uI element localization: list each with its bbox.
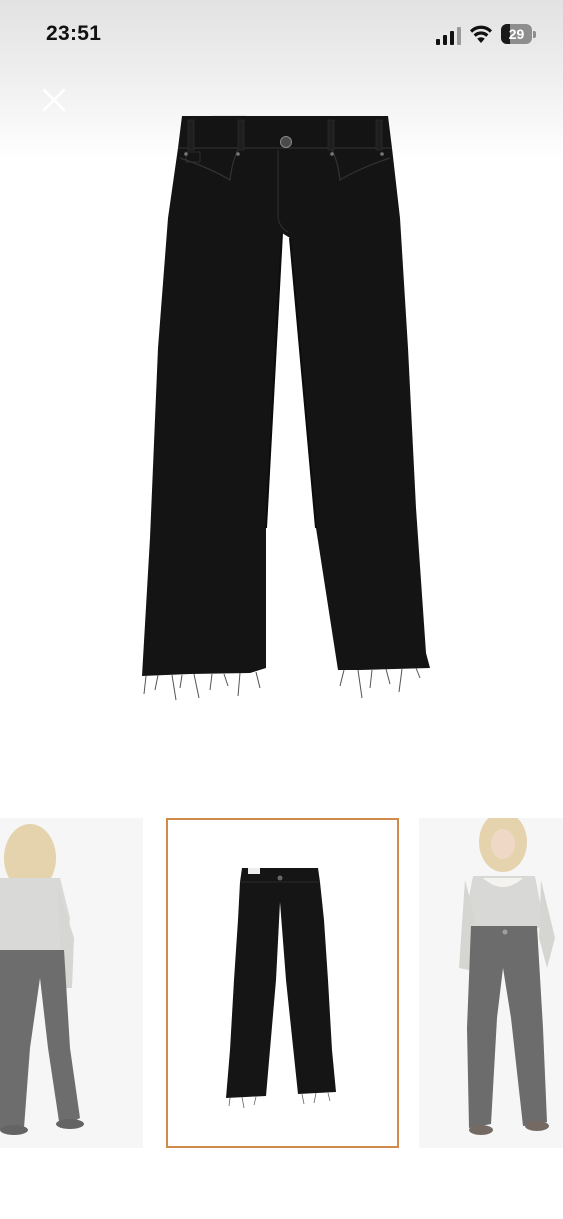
thumbnail-strip [0,818,563,1150]
jeans-flat-image [168,820,397,1146]
thumbnail-dim-overlay [419,818,563,1148]
wifi-icon [470,25,492,43]
close-button[interactable] [34,80,74,120]
product-image-viewer: 23:51 29 [0,0,563,1219]
jeans-image [142,115,430,701]
battery-indicator: 29 [501,24,537,44]
close-icon [42,88,66,112]
battery-cap [533,31,536,38]
status-bar: 23:51 29 [0,0,563,72]
battery-icon: 29 [501,24,532,44]
main-product-image[interactable] [120,108,450,708]
status-time: 23:51 [46,22,102,45]
battery-level: 29 [508,26,525,42]
thumbnail-jeans-flat[interactable] [166,818,399,1148]
thumbnail-dim-overlay [0,818,143,1148]
cellular-signal-icon [436,27,461,45]
thumbnail-model-front-view[interactable] [419,818,563,1148]
thumbnail-model-back-view[interactable] [0,818,143,1148]
